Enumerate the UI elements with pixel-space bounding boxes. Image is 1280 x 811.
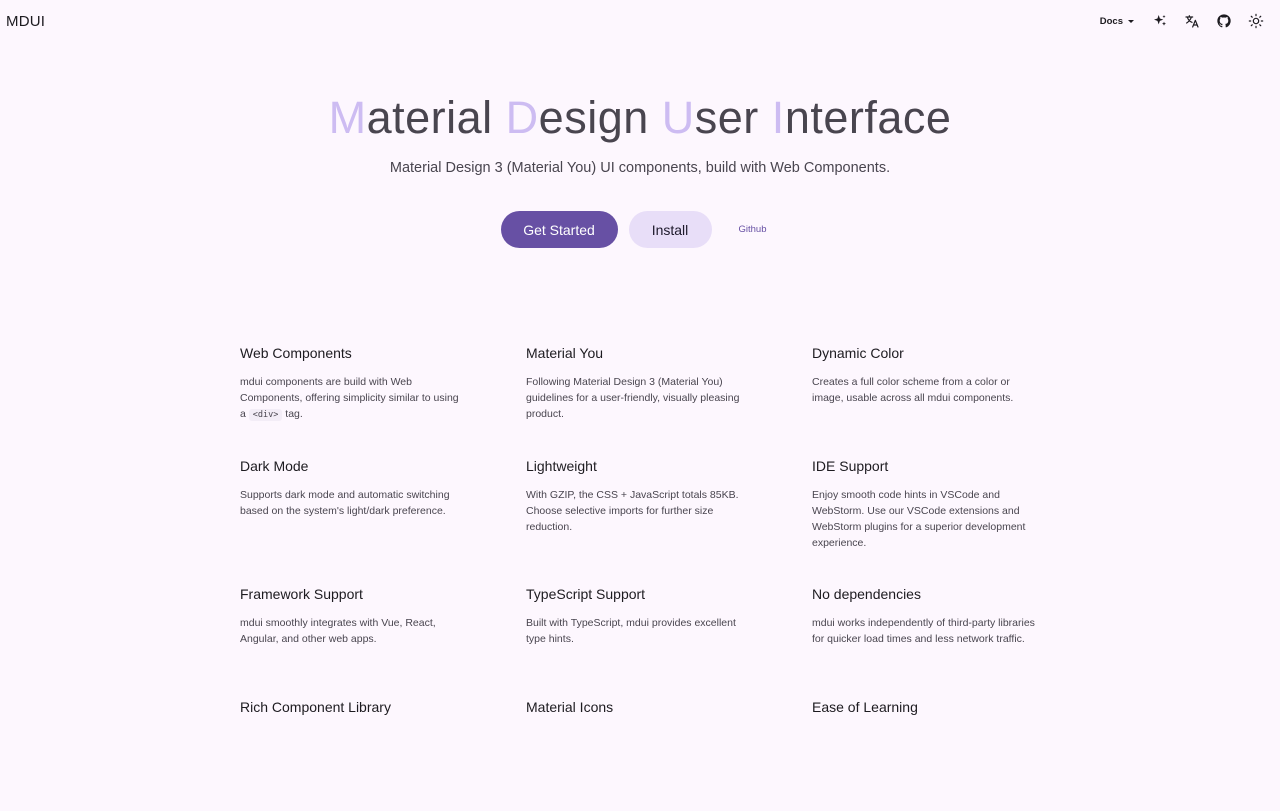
feature-card: Ease of Learning	[812, 698, 1040, 811]
feature-title: IDE Support	[812, 458, 889, 474]
header-actions: Docs	[1094, 5, 1272, 37]
feature-description: With GZIP, the CSS + JavaScript totals 8…	[526, 487, 750, 535]
github-icon	[1217, 14, 1231, 28]
inline-code: <div>	[248, 409, 283, 421]
hero: Material Design User Interface Material …	[0, 92, 1280, 176]
feature-card: Material Icons	[526, 698, 812, 811]
title-initial: M	[328, 92, 367, 143]
title-word: ser	[694, 92, 759, 143]
feature-description: mdui components are build with Web Compo…	[240, 374, 464, 423]
hero-title: Material Design User Interface	[0, 92, 1280, 144]
feature-title: Ease of Learning	[812, 699, 918, 715]
docs-label: Docs	[1099, 15, 1123, 27]
feature-card: Dark Mode Supports dark mode and automati…	[240, 457, 526, 585]
top-app-bar: MDUI Docs	[0, 0, 1280, 42]
chevron-down-icon	[1128, 19, 1134, 23]
feature-card: No dependencies mdui works independently …	[812, 585, 1040, 698]
feature-title: Material You	[526, 345, 604, 361]
feature-description-text: Enjoy smooth code hints in VSCode and We…	[812, 489, 1026, 549]
feature-description: mdui smoothly integrates with Vue, React…	[240, 615, 464, 647]
hero-actions: Get Started Install Github	[0, 211, 1280, 248]
feature-title: Rich Component Library	[240, 699, 391, 715]
title-initial: I	[771, 92, 785, 143]
title-word: aterial	[366, 92, 493, 143]
title-initial: D	[505, 92, 539, 143]
github-link-button[interactable]	[1208, 5, 1240, 37]
title-word: nterface	[784, 92, 952, 143]
feature-title: Dynamic Color	[812, 345, 904, 361]
title-word: esign	[538, 92, 649, 143]
get-started-button[interactable]: Get Started	[500, 211, 618, 248]
feature-description-text: mdui works independently of third-party …	[812, 617, 1035, 645]
feature-description-text: Following Material Design 3 (Material Yo…	[526, 376, 740, 420]
theme-icon	[1248, 13, 1264, 29]
theme-color-button[interactable]	[1144, 5, 1176, 37]
feature-description-text: Creates a full color scheme from a color…	[812, 376, 1014, 404]
language-button[interactable]	[1176, 5, 1208, 37]
feature-title: No dependencies	[812, 586, 921, 602]
feature-title: Dark Mode	[240, 458, 309, 474]
feature-card: Framework Support mdui smoothly integrate…	[240, 585, 526, 698]
feature-title: Web Components	[240, 345, 352, 361]
title-initial: U	[661, 92, 695, 143]
feature-title: Material Icons	[526, 699, 614, 715]
translate-icon	[1185, 15, 1199, 28]
feature-card: Rich Component Library	[240, 698, 526, 811]
feature-description-text: With GZIP, the CSS + JavaScript totals 8…	[526, 489, 739, 533]
theme-mode-button[interactable]	[1240, 5, 1272, 37]
feature-card: TypeScript Support Built with TypeScript,…	[526, 585, 812, 698]
github-text-button[interactable]: Github	[726, 211, 780, 248]
features-grid: Web Components mdui components are build …	[240, 344, 1040, 811]
feature-description: Enjoy smooth code hints in VSCode and We…	[812, 487, 1036, 551]
feature-description-text: Built with TypeScript, mdui provides exc…	[526, 617, 736, 645]
feature-card: Dynamic Color Creates a full color scheme…	[812, 344, 1040, 457]
logo[interactable]: MDUI	[6, 13, 45, 30]
feature-description: Built with TypeScript, mdui provides exc…	[526, 615, 750, 647]
hero-subtitle: Material Design 3 (Material You) UI comp…	[389, 160, 891, 176]
feature-description-text: Supports dark mode and automatic switchi…	[240, 489, 450, 517]
docs-dropdown-button[interactable]: Docs	[1094, 12, 1140, 31]
feature-description: mdui works independently of third-party …	[812, 615, 1036, 647]
feature-card: IDE Support Enjoy smooth code hints in VS…	[812, 457, 1040, 585]
feature-card: Lightweight With GZIP, the CSS + JavaScri…	[526, 457, 812, 585]
feature-description: Supports dark mode and automatic switchi…	[240, 487, 464, 519]
install-button[interactable]: Install	[628, 211, 712, 248]
feature-title: TypeScript Support	[526, 586, 646, 602]
feature-description: Creates a full color scheme from a color…	[812, 374, 1036, 406]
feature-title: Framework Support	[240, 586, 363, 602]
feature-card: Web Components mdui components are build …	[240, 344, 526, 457]
feature-title: Lightweight	[526, 458, 597, 474]
sparkle-icon	[1154, 15, 1166, 26]
feature-description-text: mdui smoothly integrates with Vue, React…	[240, 617, 436, 645]
feature-description-text: tag.	[282, 408, 303, 420]
feature-card: Material You Following Material Design 3 …	[526, 344, 812, 457]
feature-description: Following Material Design 3 (Material Yo…	[526, 374, 750, 422]
